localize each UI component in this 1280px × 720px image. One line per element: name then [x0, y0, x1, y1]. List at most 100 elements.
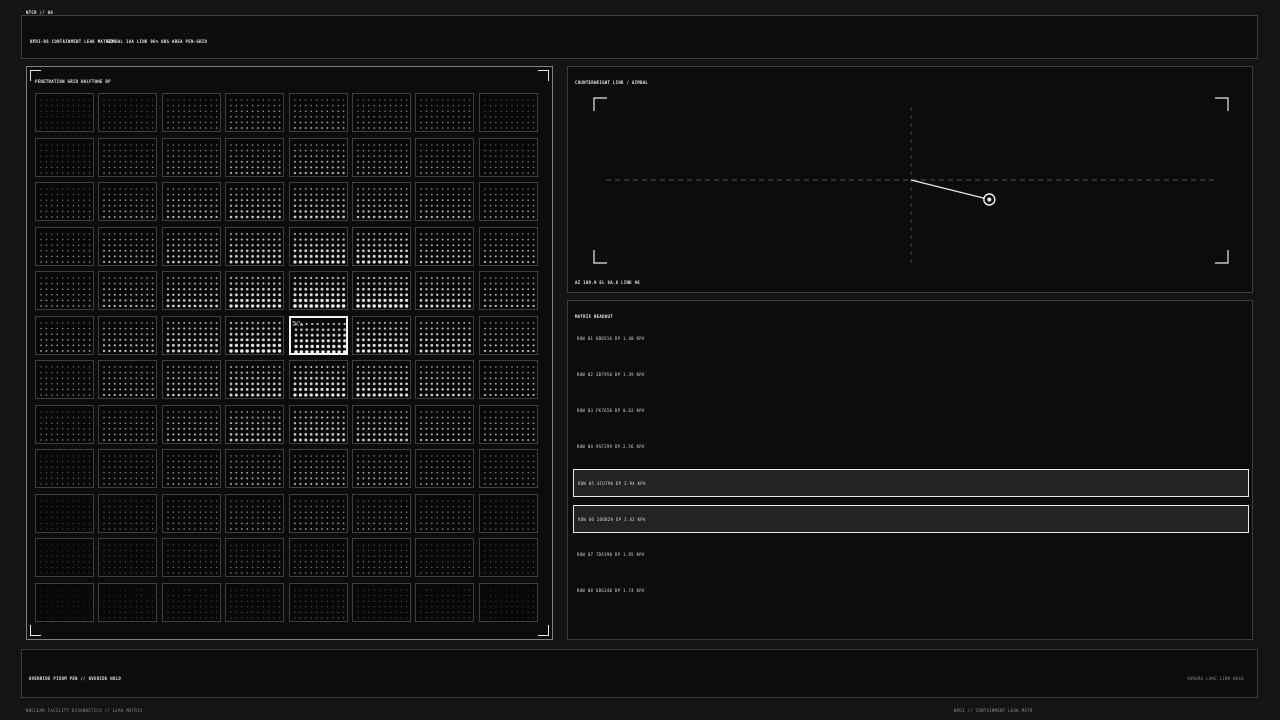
grid-cell[interactable]	[288, 137, 348, 177]
grid-cell[interactable]	[352, 538, 411, 577]
grid-cell[interactable]	[352, 449, 411, 488]
grid-cell[interactable]	[352, 226, 411, 266]
grid-cell[interactable]	[161, 93, 221, 132]
grid-cell[interactable]	[415, 360, 475, 399]
grid-cell[interactable]	[415, 137, 475, 177]
grid-cell[interactable]	[415, 315, 475, 355]
grid-cell[interactable]	[288, 538, 348, 577]
grid-cell[interactable]	[415, 271, 475, 310]
grid-cell-selected[interactable]: R6 C5 dP 3.94	[288, 315, 348, 355]
grid-cell[interactable]	[161, 182, 221, 221]
grid-cell[interactable]	[98, 137, 158, 177]
grid-cell[interactable]	[352, 404, 411, 444]
grid-cell[interactable]	[225, 538, 285, 577]
grid-cell[interactable]	[415, 538, 475, 577]
grid-cell[interactable]	[161, 360, 221, 399]
grid-cell[interactable]	[161, 538, 221, 577]
readout-row[interactable]: ROW 02 ZB7950 dP 1.39 kPa	[573, 361, 1249, 389]
grid-cell[interactable]	[98, 271, 158, 310]
grid-cell[interactable]	[352, 360, 411, 399]
grid-cell[interactable]	[98, 226, 158, 266]
grid-cell[interactable]	[478, 182, 538, 221]
grid-cell[interactable]	[415, 226, 475, 266]
grid-cell[interactable]	[352, 493, 411, 533]
grid-cell[interactable]	[478, 137, 538, 177]
grid-cell[interactable]	[478, 404, 538, 444]
grid-cell[interactable]	[98, 315, 158, 355]
grid-cell[interactable]	[225, 582, 285, 622]
grid-cell[interactable]	[288, 93, 348, 132]
grid-cell[interactable]	[161, 137, 221, 177]
grid-cell[interactable]	[35, 493, 94, 533]
grid-cell[interactable]	[98, 493, 158, 533]
grid-cell[interactable]	[35, 93, 94, 132]
grid-cell[interactable]	[98, 360, 158, 399]
grid-cell[interactable]	[352, 182, 411, 221]
grid-cell[interactable]	[478, 582, 538, 622]
grid-cell[interactable]	[225, 449, 285, 488]
grid-cell[interactable]	[352, 137, 411, 177]
grid-cell[interactable]	[352, 315, 411, 355]
grid-cell[interactable]	[225, 182, 285, 221]
grid-cell[interactable]	[35, 582, 94, 622]
grid-cell[interactable]	[478, 271, 538, 310]
grid-cell[interactable]	[98, 182, 158, 221]
grid-cell[interactable]	[288, 182, 348, 221]
grid-cell[interactable]	[161, 582, 221, 622]
grid-cell[interactable]	[352, 582, 411, 622]
grid-cell[interactable]	[35, 226, 94, 266]
grid-cell[interactable]	[288, 360, 348, 399]
grid-cell[interactable]	[161, 226, 221, 266]
grid-cell[interactable]	[35, 404, 94, 444]
grid-cell[interactable]	[35, 449, 94, 488]
grid-cell[interactable]	[225, 137, 285, 177]
grid-cell[interactable]	[161, 404, 221, 444]
grid-cell[interactable]	[98, 582, 158, 622]
grid-cell[interactable]	[35, 137, 94, 177]
grid-cell[interactable]	[288, 271, 348, 310]
grid-cell[interactable]	[352, 271, 411, 310]
grid-cell[interactable]	[98, 449, 158, 488]
readout-row[interactable]: ROW 08 6BG340 dP 1.74 kPa	[573, 577, 1249, 605]
grid-cell[interactable]	[288, 226, 348, 266]
readout-row[interactable]: ROW 05 4CU790 dP 3.94 kPa	[573, 469, 1249, 497]
grid-cell[interactable]	[161, 271, 221, 310]
grid-cell[interactable]	[98, 93, 158, 132]
grid-cell[interactable]	[35, 315, 94, 355]
grid-cell[interactable]	[478, 360, 538, 399]
grid-cell[interactable]	[161, 449, 221, 488]
grid-cell[interactable]	[352, 93, 411, 132]
grid-cell[interactable]	[415, 404, 475, 444]
grid-cell[interactable]	[288, 493, 348, 533]
grid-cell[interactable]	[35, 182, 94, 221]
grid-cell[interactable]	[478, 93, 538, 132]
grid-cell[interactable]	[415, 449, 475, 488]
grid-cell[interactable]	[288, 404, 348, 444]
grid-cell[interactable]	[288, 449, 348, 488]
readout-row[interactable]: ROW 03 FK7650 dP 0.62 kPa	[573, 397, 1249, 425]
grid-cell[interactable]	[225, 93, 285, 132]
grid-cell[interactable]	[478, 226, 538, 266]
grid-cell[interactable]	[478, 538, 538, 577]
grid-cell[interactable]	[478, 315, 538, 355]
grid-cell[interactable]	[35, 538, 94, 577]
grid-cell[interactable]	[225, 226, 285, 266]
grid-cell[interactable]	[225, 404, 285, 444]
grid-cell[interactable]	[478, 449, 538, 488]
grid-cell[interactable]	[161, 493, 221, 533]
grid-cell[interactable]	[415, 493, 475, 533]
grid-cell[interactable]	[35, 271, 94, 310]
grid-cell[interactable]	[415, 182, 475, 221]
grid-cell[interactable]	[225, 315, 285, 355]
grid-cell[interactable]	[415, 582, 475, 622]
grid-cell[interactable]	[225, 271, 285, 310]
grid-cell[interactable]	[161, 315, 221, 355]
grid-cell[interactable]	[288, 582, 348, 622]
grid-cell[interactable]	[98, 404, 158, 444]
readout-row[interactable]: ROW 07 7DA390 dP 1.95 kPa	[573, 541, 1249, 569]
grid-cell[interactable]	[415, 93, 475, 132]
grid-cell[interactable]	[478, 493, 538, 533]
grid-cell[interactable]	[35, 360, 94, 399]
grid-cell[interactable]	[98, 538, 158, 577]
readout-row[interactable]: ROW 04 9SF299 dP 2.56 kPa	[573, 433, 1249, 461]
